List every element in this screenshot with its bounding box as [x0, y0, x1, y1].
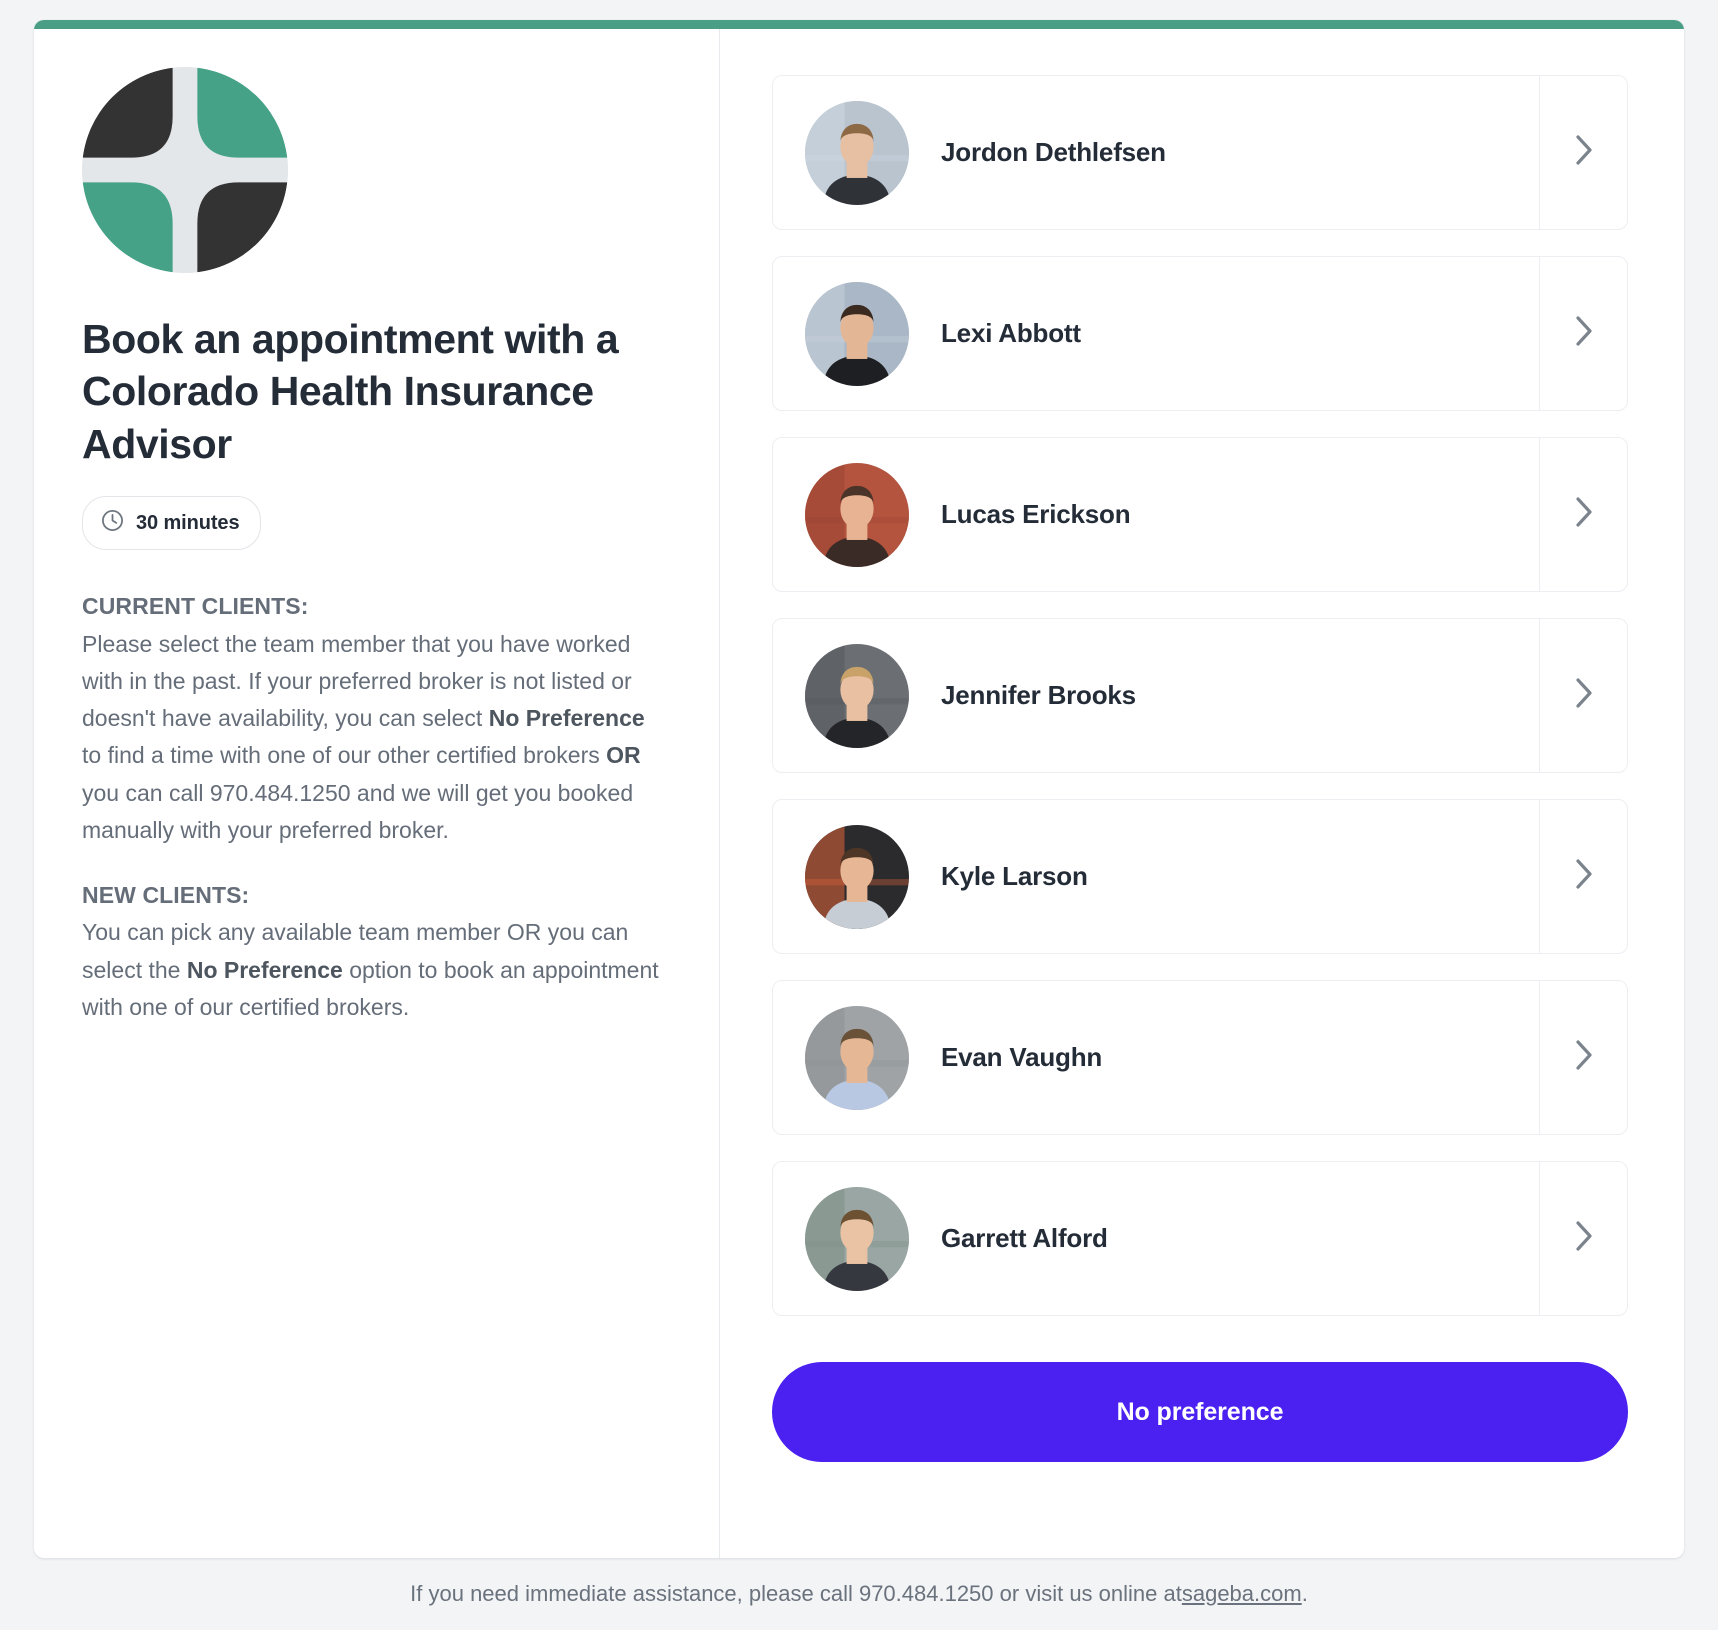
- team-member-card[interactable]: Garrett Alford: [772, 1161, 1628, 1316]
- page-title: Book an appointment with a Colorado Heal…: [82, 316, 619, 467]
- team-member-name: Lucas Erickson: [941, 499, 1131, 529]
- team-member-select-cell[interactable]: [1539, 257, 1627, 410]
- team-member-name: Evan Vaughn: [941, 1042, 1103, 1072]
- footer-text-before: If you need immediate assistance, please…: [410, 1581, 1182, 1606]
- chevron-right-icon: [1573, 1038, 1595, 1077]
- company-logo: [82, 67, 288, 273]
- team-member-select-cell[interactable]: [1539, 800, 1627, 953]
- avatar-lexi-abbott: [805, 281, 909, 386]
- duration-badge: 30 minutes: [82, 496, 262, 551]
- team-member-card[interactable]: Jennifer Brooks: [772, 618, 1628, 773]
- chevron-right-icon: [1573, 314, 1595, 353]
- current-clients-paragraph: Please select the team member that you h…: [82, 630, 645, 843]
- team-member-name: Jordon Dethlefsen: [941, 137, 1166, 167]
- team-member-select-cell[interactable]: [1539, 438, 1627, 591]
- team-member-name: Lexi Abbott: [941, 318, 1081, 348]
- new-clients-paragraph: You can pick any available team member O…: [82, 919, 659, 1020]
- team-member-card[interactable]: Kyle Larson: [772, 799, 1628, 954]
- team-member-main: Evan Vaughn: [773, 981, 1539, 1134]
- avatar-lucas-erickson: [805, 462, 909, 567]
- footer-assistance-note: If you need immediate assistance, please…: [34, 1558, 1684, 1630]
- team-member-card[interactable]: Evan Vaughn: [772, 980, 1628, 1135]
- clock-icon: [100, 508, 125, 538]
- booking-page: Book an appointment with a Colorado Heal…: [0, 0, 1718, 1630]
- team-member-main: Jordon Dethlefsen: [773, 76, 1539, 229]
- team-member-main: Kyle Larson: [773, 800, 1539, 953]
- event-details-pane: Book an appointment with a Colorado Heal…: [34, 29, 720, 1558]
- no-preference-button[interactable]: No preference: [772, 1362, 1628, 1462]
- current-clients-heading: CURRENT CLIENTS:: [82, 593, 309, 620]
- chevron-right-icon: [1573, 495, 1595, 534]
- team-member-main: Garrett Alford: [773, 1162, 1539, 1315]
- avatar-jordon-dethlefsen: [805, 100, 909, 205]
- team-member-list: Jordon Dethlefsen Lexi Abbott Lucas Ericks…: [720, 29, 1684, 1558]
- avatar-evan-vaughn: [805, 1005, 909, 1110]
- footer-website-link[interactable]: sageba.com: [1182, 1581, 1302, 1607]
- booking-card: Book an appointment with a Colorado Heal…: [34, 20, 1684, 1558]
- team-member-select-cell[interactable]: [1539, 981, 1627, 1134]
- avatar-garrett-alford: [805, 1186, 909, 1291]
- team-member-name: Jennifer Brooks: [941, 680, 1136, 710]
- card-body: Book an appointment with a Colorado Heal…: [34, 29, 1684, 1558]
- team-member-main: Jennifer Brooks: [773, 619, 1539, 772]
- duration-label: 30 minutes: [136, 511, 240, 534]
- team-member-card[interactable]: Lexi Abbott: [772, 256, 1628, 411]
- avatar-kyle-larson: [805, 824, 909, 929]
- team-member-name: Garrett Alford: [941, 1223, 1108, 1253]
- team-member-select-cell[interactable]: [1539, 619, 1627, 772]
- chevron-right-icon: [1573, 133, 1595, 172]
- chevron-right-icon: [1573, 1219, 1595, 1258]
- team-member-select-cell[interactable]: [1539, 76, 1627, 229]
- team-member-main: Lexi Abbott: [773, 257, 1539, 410]
- team-member-card[interactable]: Lucas Erickson: [772, 437, 1628, 592]
- new-clients-heading: NEW CLIENTS:: [82, 882, 250, 909]
- team-member-card[interactable]: Jordon Dethlefsen: [772, 75, 1628, 230]
- avatar-jennifer-brooks: [805, 643, 909, 748]
- footer-text-after: .: [1301, 1581, 1308, 1606]
- brand-accent-bar: [34, 20, 1684, 29]
- team-member-select-cell[interactable]: [1539, 1162, 1627, 1315]
- chevron-right-icon: [1573, 857, 1595, 896]
- team-member-main: Lucas Erickson: [773, 438, 1539, 591]
- chevron-right-icon: [1573, 676, 1595, 715]
- team-member-name: Kyle Larson: [941, 861, 1088, 891]
